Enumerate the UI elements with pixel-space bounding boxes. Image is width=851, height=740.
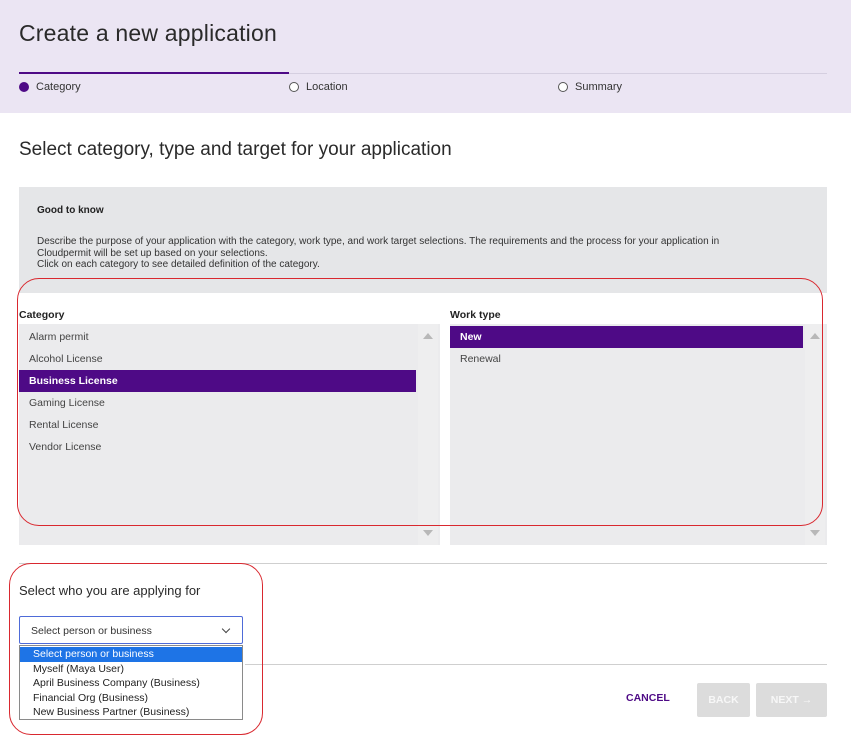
scroll-down-icon[interactable] (810, 530, 820, 536)
step-active-dot-icon (19, 82, 29, 92)
stepper-progress (19, 72, 289, 74)
step-summary[interactable]: Summary (558, 81, 622, 93)
divider (245, 664, 827, 665)
back-button[interactable]: BACK (697, 683, 750, 717)
annotation-outline-lists (17, 278, 823, 526)
info-text: Describe the purpose of your application… (37, 236, 807, 271)
step-inactive-dot-icon (289, 82, 299, 92)
step-label: Category (36, 81, 81, 93)
scroll-down-icon[interactable] (423, 530, 433, 536)
page-title: Create a new application (19, 20, 277, 46)
info-line: Describe the purpose of your application… (37, 236, 720, 247)
cancel-button[interactable]: CANCEL (626, 692, 670, 704)
info-title: Good to know (37, 205, 104, 216)
info-line: Click on each category to see detailed d… (37, 259, 320, 270)
annotation-outline-applicant (9, 563, 263, 735)
info-line: Cloudpermit will be set up based on your… (37, 247, 268, 259)
section-heading: Select category, type and target for you… (19, 139, 452, 160)
next-button[interactable]: NEXT → (756, 683, 827, 717)
step-label: Location (306, 81, 348, 93)
step-location[interactable]: Location (289, 81, 348, 93)
step-inactive-dot-icon (558, 82, 568, 92)
step-label: Summary (575, 81, 623, 93)
page-header: Create a new application Category Locati… (0, 0, 851, 113)
step-category[interactable]: Category (19, 81, 81, 93)
